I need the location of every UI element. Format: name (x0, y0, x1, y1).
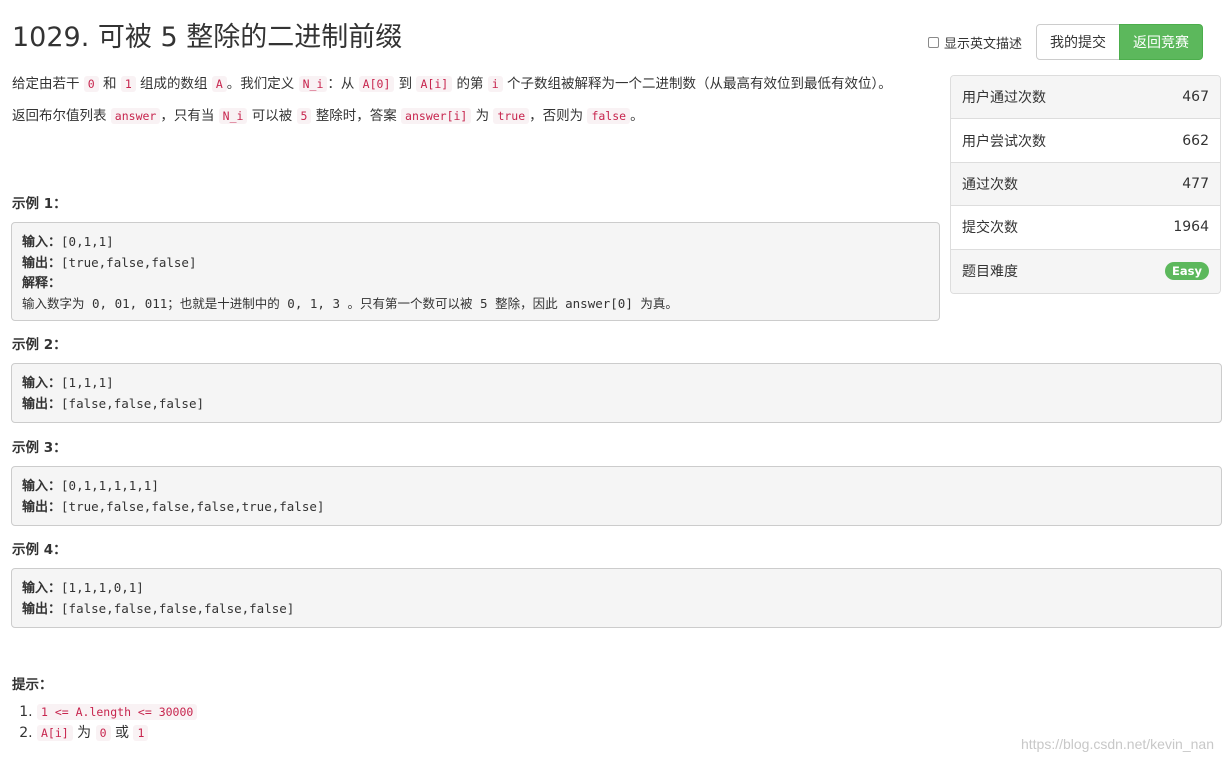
example-input: [0,1,1] (61, 234, 114, 249)
stat-label: 提交次数 (962, 220, 1018, 237)
text: ：从 (327, 76, 359, 92)
output-label: 输出： (22, 499, 62, 515)
text: 和 (98, 76, 121, 92)
text: 到 (394, 76, 417, 92)
stat-label: 用户尝试次数 (962, 133, 1046, 150)
input-label: 输入： (22, 376, 62, 391)
inline-code: A[i] (37, 725, 73, 741)
text: 给定由若干 (12, 76, 84, 92)
example-output: [true,false,false,false,true,false] (61, 498, 325, 514)
stat-value: 1964 (1173, 219, 1209, 236)
stat-difficulty: 题目难度 Easy (951, 249, 1220, 293)
inline-code: N_i (298, 76, 328, 92)
inline-code: i (487, 76, 503, 92)
example-3-title: 示例 3： (12, 440, 67, 456)
text: 个子数组被解释为一个二进制数（从最高有效位到最低有效位）。 (502, 76, 892, 92)
toolbar: 显示英文描述 我的提交 返回竞赛 (928, 24, 1204, 60)
text: 整除时，答案 (311, 108, 402, 124)
example-input: [1,1,1] (61, 375, 114, 390)
english-description-toggle[interactable]: 显示英文描述 (928, 33, 1022, 52)
inline-code: 0 (83, 76, 99, 92)
description-paragraph-1: 给定由若干 0 和 1 组成的数组 A 。我们定义 N_i ：从 A[0] 到 A[… (12, 74, 937, 94)
text: 为 (471, 108, 494, 124)
example-input: [0,1,1,1,1,1] (61, 478, 159, 493)
inline-code: A[0] (358, 76, 395, 92)
example-2-block: 输入：[1,1,1] 输出：[false,false,false] (11, 363, 1222, 423)
stat-label: 题目难度 (962, 264, 1018, 281)
input-label: 输入： (22, 479, 62, 494)
text: 。我们定义 (226, 76, 299, 92)
hint-item: 1 <= A.length <= 30000 (37, 702, 198, 723)
text: 或 (110, 725, 134, 741)
example-4-block: 输入：[1,1,1,0,1] 输出：[false,false,false,fal… (11, 568, 1222, 628)
back-to-contest-button[interactable]: 返回竞赛 (1119, 24, 1204, 60)
inline-code: 5 (296, 108, 312, 124)
hints-list: 1 <= A.length <= 30000 A[i] 为 0 或 1 (12, 702, 198, 744)
text: 。 (630, 108, 644, 124)
input-label: 输入： (22, 581, 62, 596)
text: 可以被 (247, 108, 297, 124)
description-paragraph-2: 返回布尔值列表 answer ，只有当 N_i 可以被 5 整除时，答案 answ… (12, 106, 937, 126)
stat-submissions: 提交次数 1964 (951, 206, 1220, 250)
problem-description: 给定由若干 0 和 1 组成的数组 A 。我们定义 N_i ：从 A[0] 到 A[… (12, 74, 937, 138)
inline-code: 1 (120, 76, 136, 92)
english-description-checkbox[interactable] (928, 36, 939, 48)
inline-code: 1 (133, 725, 149, 741)
inline-code: 1 <= A.length <= 30000 (37, 704, 198, 720)
text: 的第 (452, 76, 488, 92)
watermark: https://blog.csdn.net/kevin_nan (1020, 736, 1214, 752)
output-label: 输出： (22, 601, 62, 617)
text: ，否则为 (529, 108, 588, 124)
text: ，只有当 (160, 108, 219, 124)
hints-title: 提示： (12, 677, 53, 693)
inline-code: answer[i] (401, 108, 472, 124)
inline-code: true (493, 108, 530, 124)
statistics-panel: 用户通过次数 467 用户尝试次数 662 通过次数 477 提交次数 1964… (950, 75, 1221, 294)
example-3-block: 输入：[0,1,1,1,1,1] 输出：[true,false,false,fa… (11, 466, 1222, 526)
text: 返回布尔值列表 (12, 108, 111, 124)
example-4-title: 示例 4： (12, 542, 67, 558)
example-output: [false,false,false,false,false] (61, 600, 295, 616)
inline-code: false (587, 108, 631, 124)
stat-users-tried: 用户尝试次数 662 (951, 119, 1220, 163)
example-explanation: 输入数字为 0, 01, 011；也就是十进制中的 0, 1, 3 。只有第一个… (22, 295, 678, 311)
stat-accepted: 通过次数 477 (951, 162, 1220, 207)
english-description-label: 显示英文描述 (944, 36, 1023, 52)
inline-code: A[i] (416, 76, 453, 92)
page-title: 1029. 可被 5 整除的二进制前缀 (12, 22, 403, 53)
stat-label: 用户通过次数 (962, 90, 1046, 107)
input-label: 输入： (22, 235, 62, 250)
example-1-block: 输入：[0,1,1] 输出：[true,false,false] 解释： 输入数… (11, 222, 940, 321)
stat-value: 467 (1182, 89, 1209, 106)
example-2-title: 示例 2： (12, 337, 67, 353)
output-label: 输出： (22, 396, 62, 412)
stat-users-accepted: 用户通过次数 467 (951, 76, 1220, 120)
stat-value: 662 (1182, 132, 1209, 149)
stat-label: 通过次数 (962, 176, 1018, 193)
example-1-title: 示例 1： (12, 196, 67, 212)
example-output: [false,false,false] (61, 395, 205, 411)
output-label: 输出： (22, 255, 62, 271)
stat-value: 477 (1182, 175, 1209, 192)
inline-code: answer (110, 108, 161, 124)
inline-code: N_i (218, 108, 248, 124)
example-input: [1,1,1,0,1] (61, 580, 144, 595)
inline-code: A (211, 76, 227, 92)
my-submissions-button[interactable]: 我的提交 (1036, 24, 1121, 60)
example-output: [true,false,false] (61, 254, 197, 270)
hint-item: A[i] 为 0 或 1 (37, 723, 197, 744)
inline-code: 0 (95, 725, 111, 741)
difficulty-badge: Easy (1165, 262, 1209, 281)
text: 为 (72, 725, 96, 741)
explanation-label: 解释： (22, 276, 62, 291)
text: 组成的数组 (135, 76, 212, 92)
